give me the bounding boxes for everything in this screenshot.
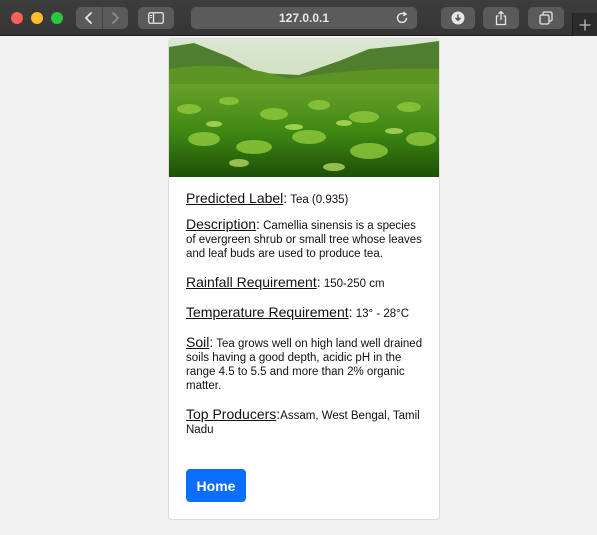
forward-button[interactable] xyxy=(101,7,129,29)
soil-heading: Soil xyxy=(186,334,210,350)
url-text: 127.0.0.1 xyxy=(278,11,330,25)
rainfall-heading: Rainfall Requirement xyxy=(186,274,317,290)
close-window-button[interactable] xyxy=(11,12,23,24)
temperature-field: Temperature Requirement: 13° - 28°C xyxy=(186,304,410,320)
sidebar-toggle-button[interactable] xyxy=(138,7,174,29)
back-button[interactable] xyxy=(76,7,102,29)
share-button[interactable] xyxy=(483,7,519,29)
share-icon xyxy=(495,10,507,26)
downloads-button[interactable] xyxy=(441,7,475,29)
predicted-label-value: Tea (0.935) xyxy=(290,194,349,206)
minimize-window-button[interactable] xyxy=(31,12,43,24)
new-tab-button[interactable] xyxy=(572,13,597,36)
reload-icon[interactable] xyxy=(395,11,409,25)
temperature-value: 13° - 28°C xyxy=(355,308,410,320)
tea-plantation-image xyxy=(169,39,439,177)
result-details: Predicted Label: Tea (0.935) Description… xyxy=(186,191,426,447)
soil-field: Soil: Tea grows well on high land well d… xyxy=(186,334,423,392)
home-button[interactable]: Home xyxy=(186,469,246,502)
tab-overview-button[interactable] xyxy=(528,7,564,29)
download-icon xyxy=(451,11,465,25)
soil-value: Tea grows well on high land well drained… xyxy=(186,338,423,392)
result-card: Predicted Label: Tea (0.935) Description… xyxy=(168,38,440,520)
plus-icon xyxy=(579,19,591,30)
temperature-heading: Temperature Requirement xyxy=(186,304,349,320)
producers-field: Top Producers:Assam, West Bengal, Tamil … xyxy=(186,406,420,436)
predicted-label-field: Predicted Label: Tea (0.935) xyxy=(186,190,349,206)
rainfall-field: Rainfall Requirement: 150-250 cm xyxy=(186,274,385,290)
tabs-icon xyxy=(539,11,553,25)
description-field: Description: Camellia sinensis is a spec… xyxy=(186,216,422,260)
chevron-left-icon xyxy=(84,12,92,24)
zoom-window-button[interactable] xyxy=(51,12,63,24)
address-bar[interactable]: 127.0.0.1 xyxy=(191,7,417,29)
rainfall-value: 150-250 cm xyxy=(323,278,385,290)
sidebar-icon xyxy=(148,12,164,24)
browser-toolbar: 127.0.0.1 xyxy=(0,0,597,36)
chevron-right-icon xyxy=(112,12,120,24)
predicted-label-heading: Predicted Label xyxy=(186,190,284,206)
navigation-buttons xyxy=(76,7,128,29)
producers-heading: Top Producers xyxy=(186,406,277,422)
description-heading: Description xyxy=(186,216,257,232)
